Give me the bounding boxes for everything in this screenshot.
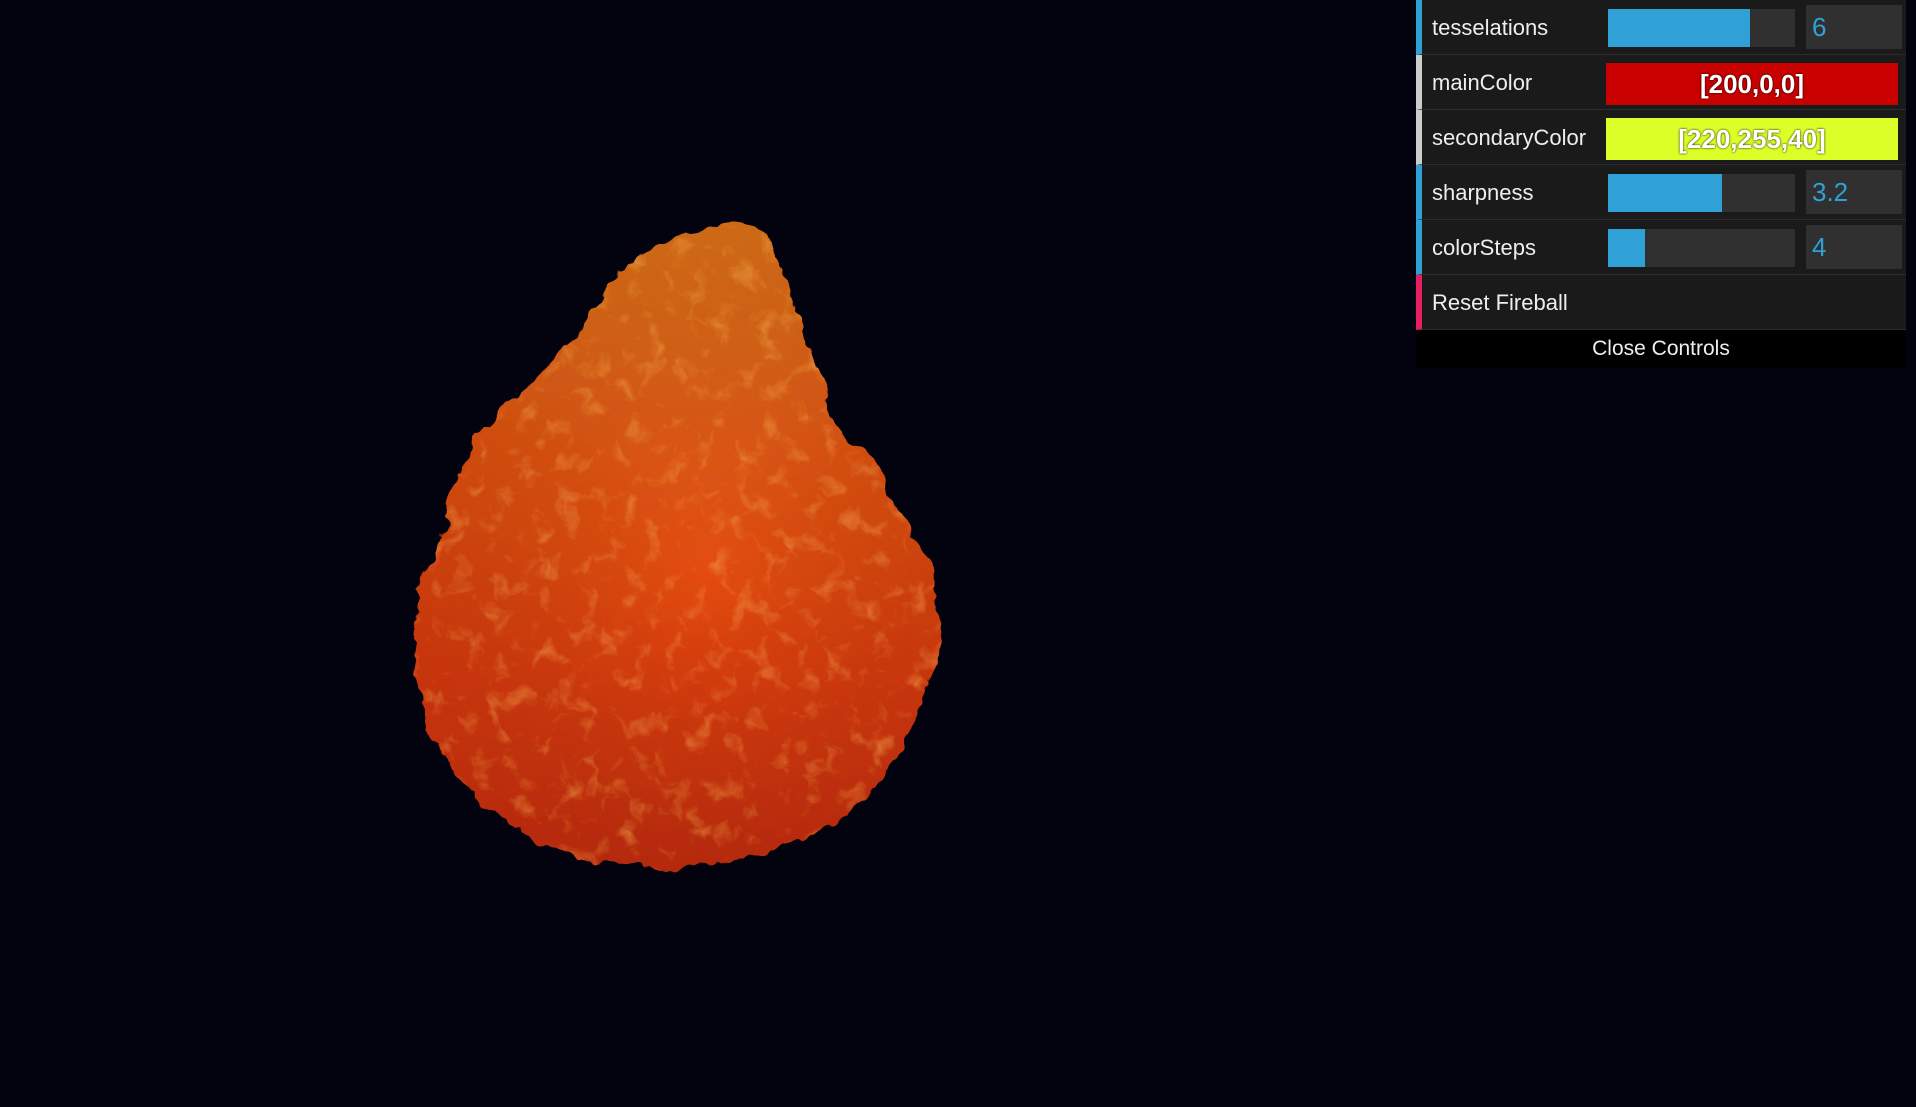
color-steps-slider-fill [1608, 229, 1646, 267]
tesselations-label: tesselations [1432, 15, 1549, 40]
secondary-color-swatch[interactable]: [220,255,40] [1606, 118, 1898, 160]
fireball [414, 222, 941, 869]
sharpness-input[interactable]: 3.2 [1806, 170, 1902, 214]
controls-panel: tesselations 6 mainColor [200,0,0] secon… [1416, 0, 1906, 368]
tesselations-input[interactable]: 6 [1806, 5, 1902, 49]
reset-fireball-button[interactable]: Reset Fireball [1416, 275, 1906, 330]
secondary-color-control: secondaryColor [220,255,40] [1416, 110, 1906, 165]
tesselations-slider-fill [1608, 9, 1751, 47]
reset-fireball-label: Reset Fireball [1432, 290, 1568, 315]
main-color-swatch[interactable]: [200,0,0] [1606, 63, 1898, 105]
sharpness-control: sharpness 3.2 [1416, 165, 1906, 220]
tesselations-slider[interactable] [1608, 9, 1795, 47]
secondary-color-label: secondaryColor [1432, 125, 1587, 150]
color-steps-label: colorSteps [1432, 235, 1536, 260]
color-steps-control: colorSteps 4 [1416, 220, 1906, 275]
main-color-control: mainColor [200,0,0] [1416, 55, 1906, 110]
color-steps-input[interactable]: 4 [1806, 225, 1902, 269]
sharpness-slider-fill [1608, 174, 1723, 212]
sharpness-slider[interactable] [1608, 174, 1795, 212]
tesselations-control: tesselations 6 [1416, 0, 1906, 55]
sharpness-label: sharpness [1432, 180, 1534, 205]
main-color-label: mainColor [1432, 70, 1533, 95]
close-controls-button[interactable]: Close Controls [1416, 330, 1906, 368]
color-steps-slider[interactable] [1608, 229, 1795, 267]
